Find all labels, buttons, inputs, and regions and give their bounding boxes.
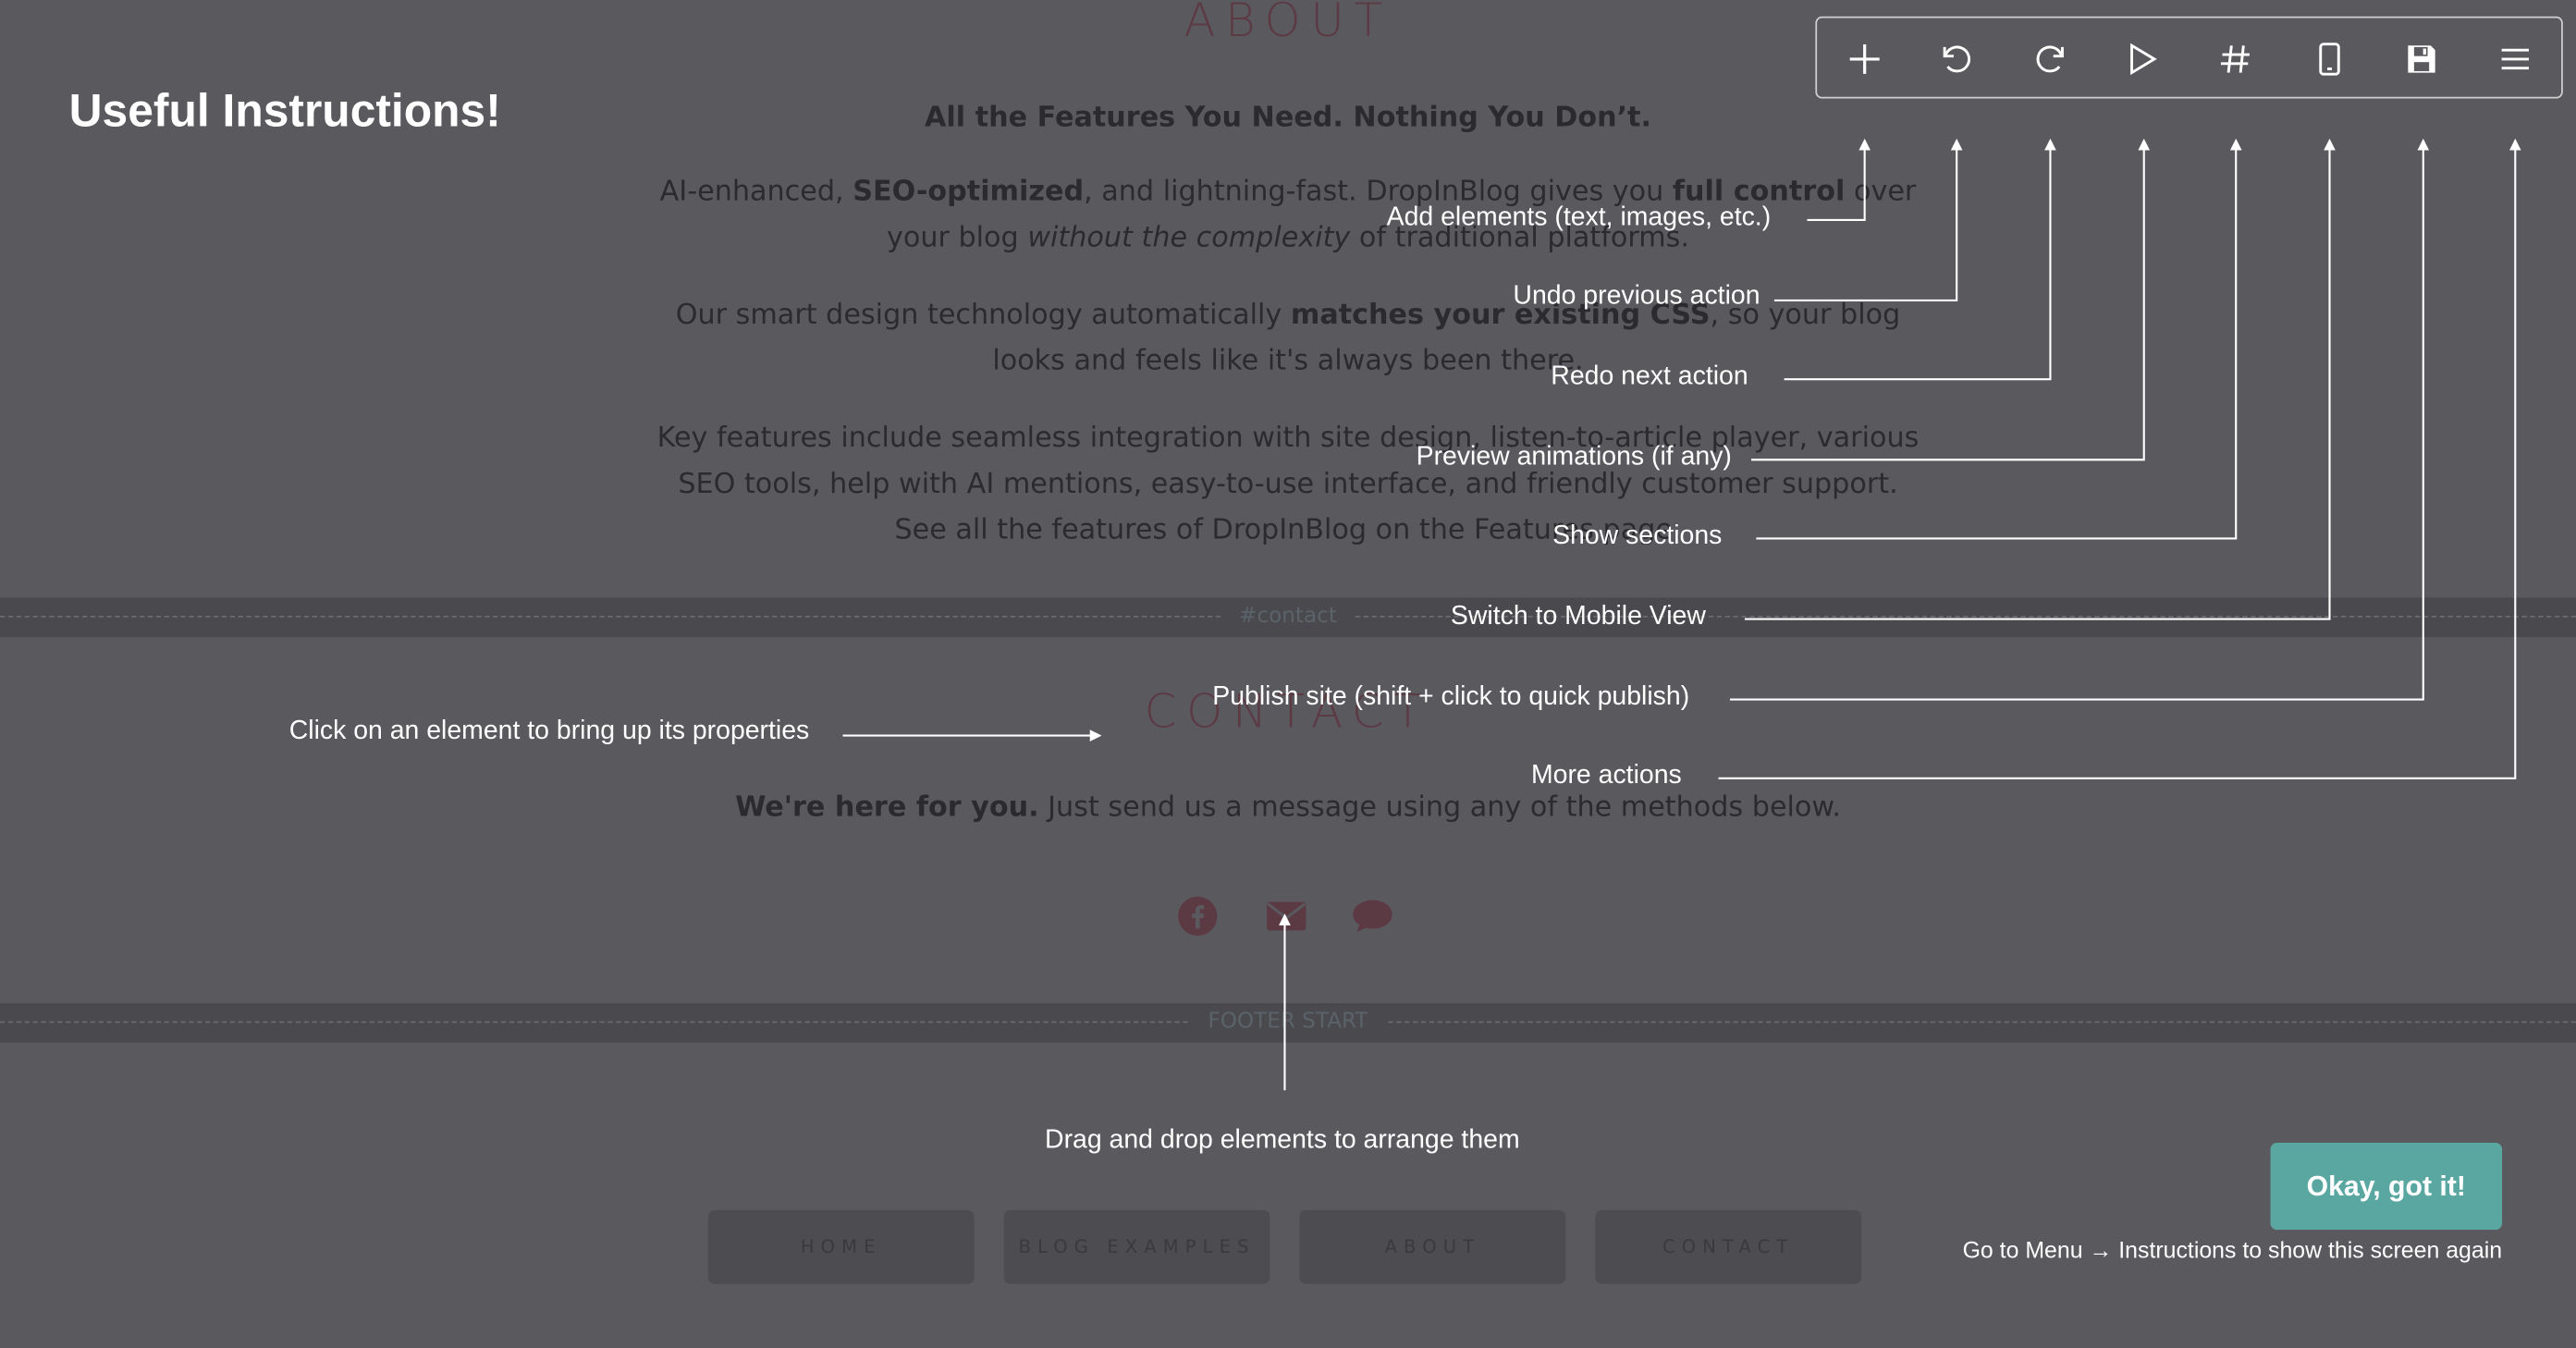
editor-page: ABOUT All the Features You Need. Nothing… [0,0,2576,1348]
annotation-drag: Drag and drop elements to arrange them [1045,1126,1520,1155]
menu-hint: Go to Menu → Instructions to show this s… [1962,1236,2503,1263]
annotation-redo: Redo next action [1551,362,1748,391]
annotation-preview: Preview animations (if any) [1416,443,1732,472]
annotation-mobile: Switch to Mobile View [1450,602,1706,631]
annotation-sections: Show sections [1552,521,1723,550]
annotation-click: Click on an element to bring up its prop… [288,717,810,746]
annotation-undo: Undo previous action [1513,282,1760,311]
okay-got-it-button[interactable]: Okay, got it! [2270,1143,2503,1231]
annotation-add: Add elements (text, images, etc.) [1386,203,1772,232]
annotation-more: More actions [1530,762,1682,790]
annotation-publish: Publish site (shift + click to quick pub… [1212,682,1690,711]
